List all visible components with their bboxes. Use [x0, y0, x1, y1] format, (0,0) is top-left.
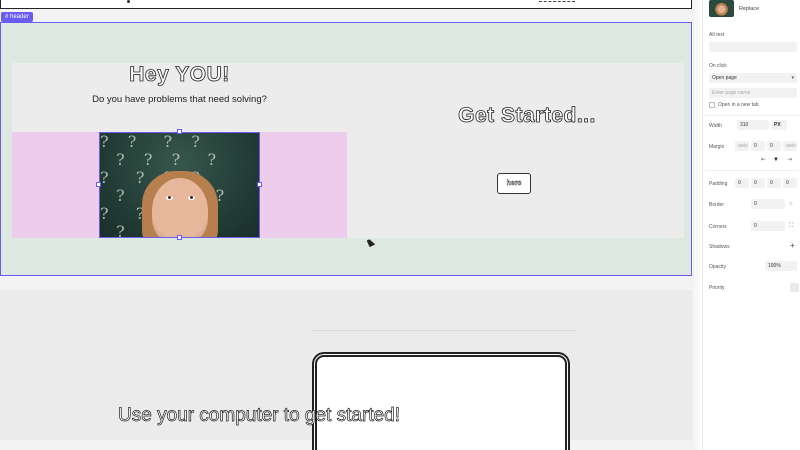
image-thumbnail[interactable] — [709, 0, 734, 17]
face-shape — [152, 178, 208, 237]
open-new-tab-label: Open in a new tab — [718, 102, 759, 108]
editor-canvas[interactable]: Hey YOU! Do you have problems that need … — [0, 0, 700, 450]
properties-panel: Replace Alt text On click Open page ▾ En… — [702, 0, 800, 450]
margin-bottom-input[interactable]: 0 — [767, 141, 781, 151]
alt-text-label: Alt text — [709, 32, 725, 38]
resize-handle-left[interactable] — [96, 182, 101, 187]
alt-text-input[interactable] — [709, 42, 797, 52]
resize-handle-right[interactable] — [257, 182, 262, 187]
align-right-icon[interactable]: ⇥ — [787, 156, 792, 164]
hero-subtitle[interactable]: Do you have problems that need solving? — [72, 94, 287, 105]
hero-container[interactable]: Hey YOU! Do you have problems that need … — [12, 63, 684, 240]
plus-icon[interactable]: + — [790, 242, 795, 250]
opacity-input[interactable]: 100% — [765, 261, 797, 271]
width-input[interactable]: 310 — [737, 120, 769, 130]
priority-label: Priority — [709, 285, 725, 291]
align-left-icon[interactable]: ⇤ — [761, 156, 766, 164]
section2-title[interactable]: Use your computer to get started! — [118, 405, 401, 427]
panel-divider — [705, 115, 799, 116]
priority-toggle[interactable] — [790, 283, 799, 292]
page-name-input[interactable]: Enter page name — [709, 88, 797, 98]
padding-right-input[interactable]: 0 — [751, 178, 765, 188]
section-divider — [312, 330, 576, 331]
selection-tag[interactable]: # header — [1, 12, 33, 22]
nav-dot — [127, 0, 130, 3]
computer-section[interactable]: Use your computer to get started! — [0, 290, 692, 450]
on-click-select[interactable]: Open page ▾ — [709, 73, 797, 83]
on-click-value: Open page — [712, 75, 737, 81]
nav-link-placeholder — [539, 1, 575, 3]
cta-title[interactable]: Get Started... — [432, 104, 622, 128]
canvas-scrollbar[interactable] — [694, 0, 700, 450]
padding-top-input[interactable]: 0 — [735, 178, 749, 188]
left-eye — [166, 196, 173, 200]
corners-label: Corners — [709, 224, 727, 230]
monitor-frame — [312, 352, 570, 450]
margin-left-input[interactable]: auto — [735, 141, 749, 151]
replace-button[interactable]: Replace — [739, 4, 763, 14]
header-section[interactable]: Hey YOU! Do you have problems that need … — [0, 22, 692, 276]
padding-left-input[interactable]: 0 — [783, 178, 797, 188]
open-new-tab-checkbox[interactable] — [709, 102, 715, 108]
align-center-icon[interactable]: ▼ — [773, 156, 779, 164]
circle-icon[interactable]: ○ — [789, 200, 793, 208]
top-nav-preview[interactable] — [0, 0, 692, 9]
hero-title[interactable]: Hey YOU! — [92, 63, 267, 87]
border-input[interactable]: 0 — [751, 199, 785, 209]
shadows-label: Shadows — [709, 244, 730, 250]
opacity-label: Opacity — [709, 264, 726, 270]
margin-right-input[interactable]: auto — [783, 141, 797, 151]
border-label: Border — [709, 202, 725, 208]
chevron-down-icon: ▾ — [791, 75, 794, 81]
padding-label: Padding — [709, 181, 728, 187]
on-click-label: On click — [709, 63, 727, 69]
width-unit-select[interactable]: PX — [771, 120, 787, 130]
width-label: Width — [709, 123, 722, 129]
resize-handle-bottom[interactable] — [177, 235, 182, 240]
panel-divider — [705, 170, 799, 171]
margin-label: Margin — [709, 144, 725, 150]
corners-input[interactable]: 0 — [751, 221, 785, 231]
page-name-placeholder: Enter page name — [712, 90, 751, 96]
resize-handle-top[interactable] — [177, 129, 182, 134]
padding-bottom-input[interactable]: 0 — [767, 178, 781, 188]
margin-top-input[interactable]: 0 — [751, 141, 765, 151]
cta-button[interactable]: here — [497, 173, 531, 194]
expand-corners-icon[interactable]: ⛶ — [789, 222, 793, 230]
right-eye — [188, 196, 195, 200]
hero-image[interactable]: ? ? ? ? ? ? ? ? ? ? ? ? ? ? ? ? ? ? ? ? … — [99, 132, 260, 238]
